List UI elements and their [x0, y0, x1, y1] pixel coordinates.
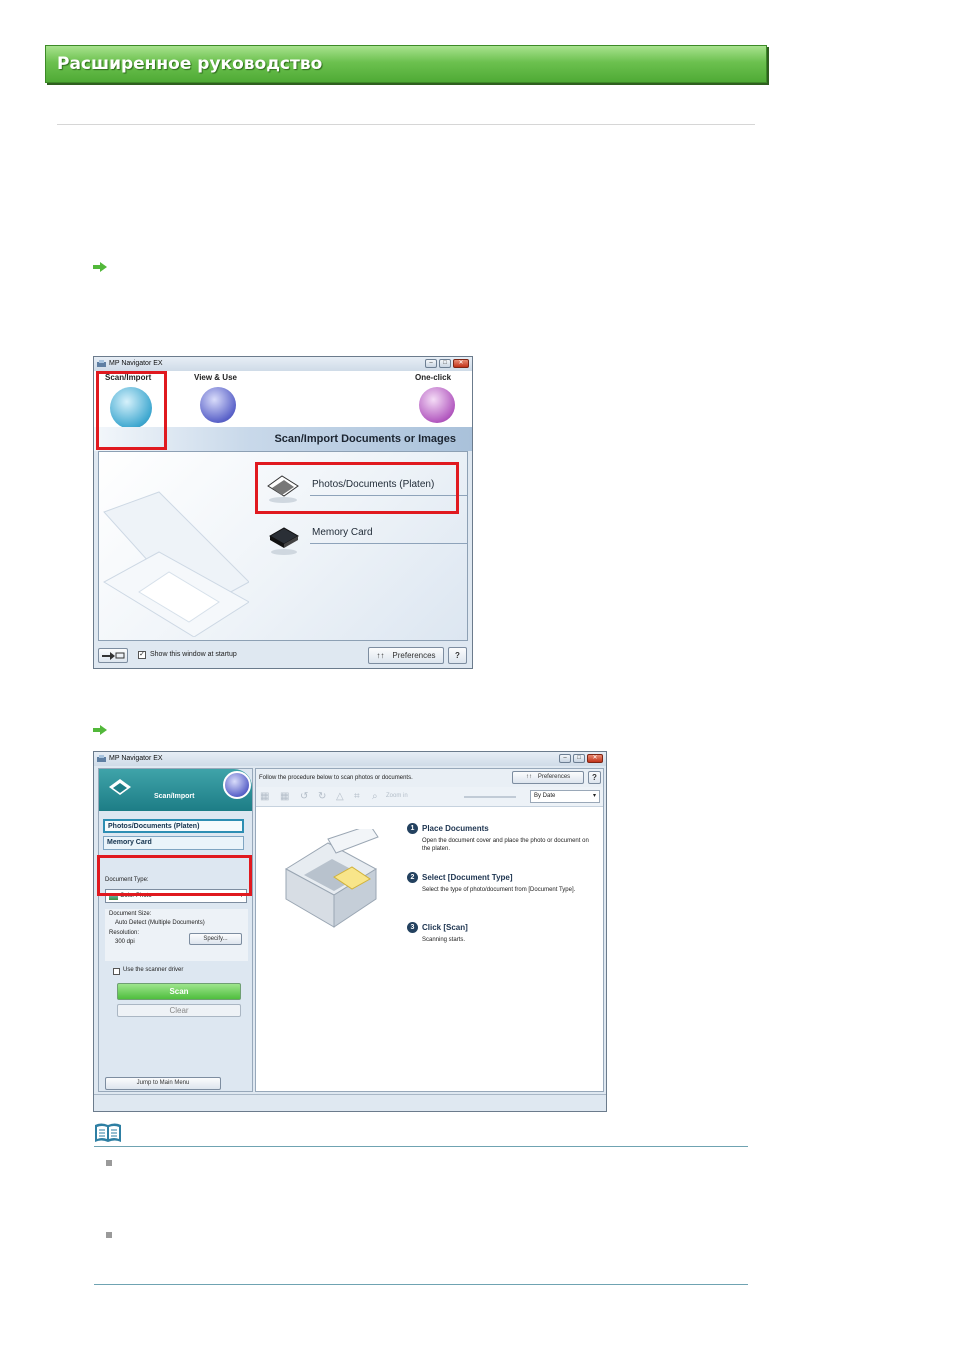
thumbnail-size-slider[interactable] — [464, 796, 516, 798]
memory-card-option[interactable]: Memory Card — [312, 527, 373, 538]
sort-select[interactable]: By Date ▾ — [530, 790, 600, 803]
jump-main-menu-button[interactable]: Jump to Main Menu — [105, 1077, 221, 1090]
close-icon[interactable]: ✕ — [453, 359, 469, 368]
arrow-link-icon[interactable] — [93, 725, 107, 735]
arrow-link-icon[interactable] — [93, 262, 107, 272]
startup-checkbox-label: Show this window at startup — [150, 651, 237, 658]
clear-button[interactable]: Clear — [117, 1004, 241, 1017]
scanner-illustration — [285, 829, 379, 928]
view-use-icon[interactable] — [200, 387, 236, 423]
step-number: 3 — [407, 922, 418, 933]
divider — [57, 124, 755, 125]
section-title: Scan/Import Documents or Images — [274, 433, 456, 445]
mirror-icon[interactable]: △ — [336, 791, 344, 802]
note-divider — [94, 1146, 748, 1147]
instruction-text: Follow the procedure below to scan photo… — [259, 775, 413, 781]
grid-view-icon[interactable]: ▦ — [260, 791, 269, 802]
one-click-icon[interactable] — [419, 387, 455, 423]
zoom-icon[interactable]: ⌕ — [372, 791, 378, 802]
exit-arrow-button[interactable] — [98, 648, 128, 663]
preferences-icon: ↑↑ — [525, 774, 532, 780]
note-end-divider — [94, 1284, 748, 1285]
scanner-illustration — [103, 491, 249, 637]
highlight-box — [96, 371, 167, 450]
scanner-icon — [109, 779, 131, 795]
mode-one-click[interactable]: One-click — [415, 373, 451, 382]
mode-view-use[interactable]: View & Use — [194, 373, 237, 382]
rotate-left-icon[interactable]: ↺ — [300, 791, 308, 802]
help-button[interactable]: ? — [448, 647, 467, 664]
resolution-label: Resolution: — [109, 930, 140, 936]
mp-navigator-scan-window: MP Navigator EX – □ ✕ Scan/Import Photos… — [93, 751, 607, 1112]
maximize-icon[interactable]: □ — [573, 754, 585, 763]
minimize-icon[interactable]: – — [425, 359, 437, 368]
startup-checkbox[interactable]: ✓ — [138, 651, 146, 659]
app-icon — [97, 360, 106, 367]
document-size-value: Auto Detect (Multiple Documents) — [115, 920, 205, 926]
note-book-icon — [95, 1123, 121, 1142]
crop-icon[interactable]: ⌗ — [354, 791, 360, 802]
toolbar: ▦ ▦ ↺ ↻ △ ⌗ ⌕ Zoom in By Date ▾ — [256, 787, 603, 807]
page-title: Расширенное руководство — [57, 54, 323, 74]
photos-documents-option[interactable]: Photos/Documents (Platen) — [103, 819, 244, 833]
status-bar — [94, 1094, 606, 1111]
preferences-button[interactable]: ↑↑ Preferences — [368, 647, 444, 664]
mp-navigator-main-window: MP Navigator EX – □ ✕ Scan/Import View &… — [93, 356, 473, 669]
thumb-view-icon[interactable]: ▦ — [280, 791, 289, 802]
maximize-icon[interactable]: □ — [439, 359, 451, 368]
window-titlebar: MP Navigator EX – □ ✕ — [94, 357, 472, 371]
step-title: Select [Document Type] — [422, 873, 513, 882]
tab-label: Scan/Import — [154, 793, 195, 800]
preferences-button[interactable]: ↑↑ Preferences — [512, 771, 584, 784]
specify-button[interactable]: Specify... — [189, 933, 242, 945]
instruction-bar: Follow the procedure below to scan photo… — [256, 769, 603, 787]
minimize-icon[interactable]: – — [559, 754, 571, 763]
app-icon — [97, 755, 106, 762]
step-number: 1 — [407, 823, 418, 834]
memory-card-option[interactable]: Memory Card — [103, 836, 244, 850]
bullet-icon — [106, 1232, 112, 1238]
preferences-icon: ↑↑ — [376, 651, 385, 660]
zoom-label: Zoom in — [386, 793, 408, 799]
step-description: Scanning starts. — [422, 937, 466, 943]
window-titlebar: MP Navigator EX – □ ✕ — [94, 752, 606, 766]
scanner-driver-checkbox[interactable] — [113, 968, 120, 975]
help-button[interactable]: ? — [588, 771, 601, 784]
scan-button[interactable]: Scan — [117, 983, 241, 1000]
step-title: Place Documents — [422, 824, 489, 833]
resolution-value: 300 dpi — [115, 939, 135, 945]
bottom-bar: ✓ Show this window at startup ↑↑ Preferen… — [94, 643, 472, 668]
step-title: Click [Scan] — [422, 923, 468, 932]
bullet-icon — [106, 1160, 112, 1166]
close-icon[interactable]: ✕ — [587, 754, 603, 763]
step-description: Select the type of photo/document from [… — [422, 887, 576, 893]
document-size-label: Document Size: — [109, 911, 152, 917]
highlight-box — [97, 855, 252, 896]
window-title: MP Navigator EX — [109, 755, 163, 762]
memory-card-icon[interactable] — [266, 522, 302, 556]
item-underline — [310, 543, 468, 544]
left-panel: Scan/Import Photos/Documents (Platen) Me… — [98, 768, 253, 1092]
scanner-driver-label: Use the scanner driver — [123, 967, 184, 973]
step-description: Open the document cover and place the ph… — [422, 838, 589, 852]
step-number: 2 — [407, 872, 418, 883]
rotate-right-icon[interactable]: ↻ — [318, 791, 326, 802]
view-use-icon[interactable] — [223, 771, 251, 799]
window-title: MP Navigator EX — [109, 360, 163, 367]
header-banner: Расширенное руководство — [45, 45, 767, 83]
chevron-down-icon: ▾ — [592, 793, 596, 799]
highlight-box — [255, 462, 459, 514]
